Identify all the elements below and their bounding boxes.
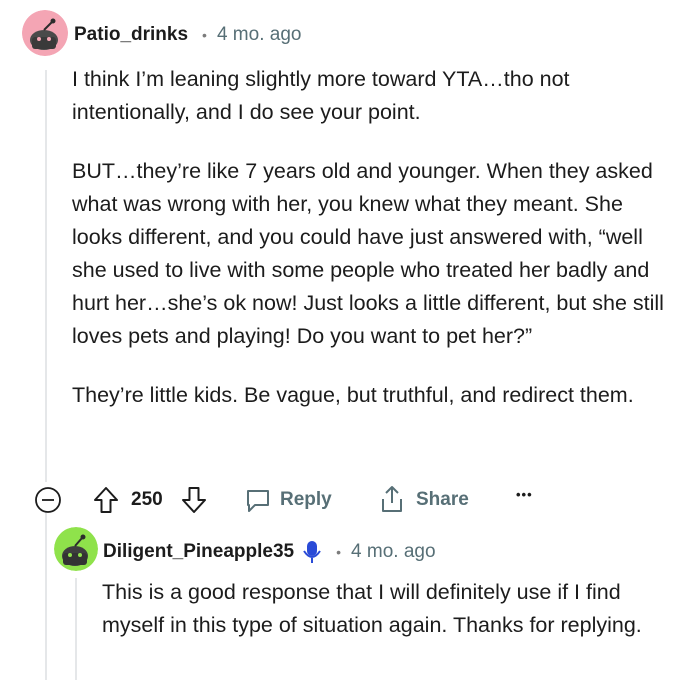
vote-count: 250 (131, 489, 163, 510)
snoo-avatar-icon (54, 527, 98, 571)
comment-paragraph: I think I’m leaning slightly more toward… (72, 67, 570, 124)
upvote-arrow-icon (94, 487, 118, 513)
comment-meta: Patio_drinks • 4 mo. ago (74, 24, 301, 46)
comment-body: I think I’m leaning slightly more toward… (72, 63, 672, 412)
reply-label: Reply (280, 489, 332, 510)
avatar[interactable] (22, 10, 68, 56)
meta-separator: • (202, 27, 207, 43)
reply-time[interactable]: 4 mo. ago (351, 541, 436, 563)
reply-meta: Diligent_Pineapple35 • 4 mo. ago (103, 539, 436, 565)
share-label: Share (416, 489, 469, 510)
reply-paragraph: This is a good response that I will defi… (102, 580, 642, 637)
comment-action-bar: 250 Reply Share ••• (0, 484, 700, 518)
microphone-icon (303, 541, 321, 563)
reply-author[interactable]: Diligent_Pineapple35 (103, 541, 294, 563)
reply-thread-line[interactable] (75, 578, 77, 680)
snoo-avatar-icon (22, 10, 68, 56)
reply-body: This is a good response that I will defi… (102, 576, 662, 642)
share-button[interactable]: Share (378, 484, 478, 516)
collapse-icon (35, 487, 61, 513)
thread-line[interactable] (45, 512, 47, 680)
comment-paragraph: They’re little kids. Be vague, but truth… (72, 383, 634, 407)
comment-author[interactable]: Patio_drinks (74, 24, 188, 46)
thread-line[interactable] (45, 70, 47, 482)
meta-separator: • (336, 544, 342, 560)
downvote-arrow-icon (182, 487, 206, 513)
collapse-button[interactable] (34, 486, 62, 514)
more-options-button[interactable]: ••• (516, 487, 533, 502)
upvote-button[interactable] (92, 485, 120, 515)
reply-button[interactable]: Reply (244, 484, 344, 516)
comment-time[interactable]: 4 mo. ago (217, 24, 302, 46)
reply-bubble-icon (247, 490, 269, 512)
downvote-button[interactable] (180, 485, 208, 515)
share-icon (382, 486, 402, 512)
reply-avatar[interactable] (54, 527, 98, 571)
comment-paragraph: BUT…they’re like 7 years old and younger… (72, 159, 664, 348)
